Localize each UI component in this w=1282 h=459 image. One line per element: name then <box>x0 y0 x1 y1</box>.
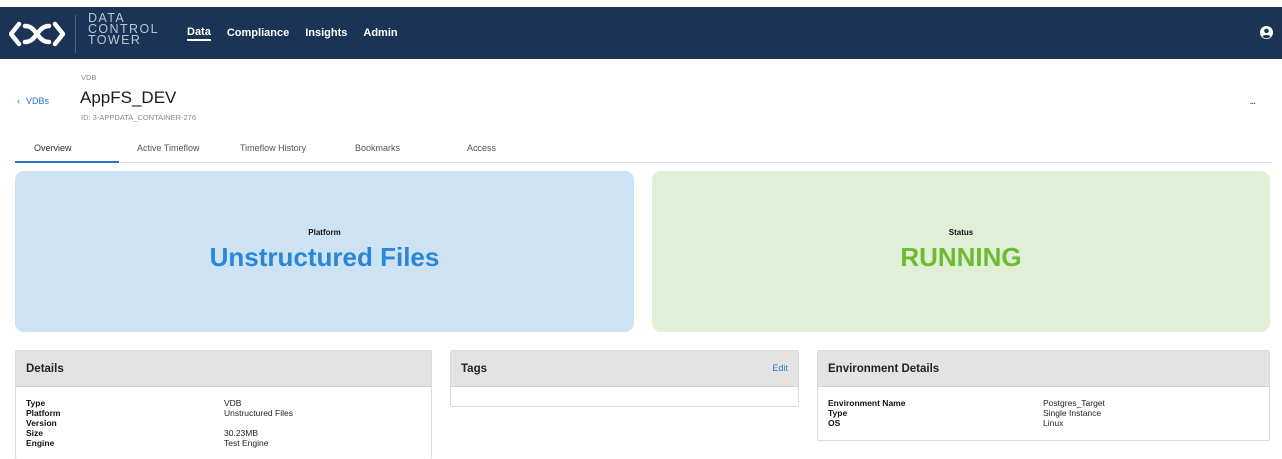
env-value-os: Linux <box>1043 418 1064 428</box>
object-id: ID: 3-APPDATA_CONTAINER-276 <box>81 113 197 122</box>
more-actions-button[interactable]: ... <box>1250 96 1256 107</box>
nav-item-admin[interactable]: Admin <box>363 27 397 39</box>
nav-item-compliance[interactable]: Compliance <box>227 27 289 39</box>
nav-item-insights[interactable]: Insights <box>305 27 347 39</box>
details-panel-header: Details <box>16 351 431 387</box>
tags-panel-title: Tags <box>461 363 487 375</box>
environment-details-panel: Environment Details Environment Name Typ… <box>817 350 1270 441</box>
user-account-icon[interactable] <box>1260 26 1273 39</box>
platform-label: Platform <box>308 228 341 237</box>
tab-bookmarks[interactable]: Bookmarks <box>355 143 400 153</box>
tags-panel: Tags Edit <box>450 350 799 407</box>
platform-card: Platform Unstructured Files <box>15 171 634 332</box>
env-key-os: OS <box>828 418 841 428</box>
back-to-vdbs-link[interactable]: ‹ VDBs <box>17 96 49 106</box>
env-key-type: Type <box>828 408 848 418</box>
details-panel: Details Type Platform Version Size Engin… <box>15 350 432 459</box>
tags-edit-link[interactable]: Edit <box>772 363 788 373</box>
tab-timeflow-history[interactable]: Timeflow History <box>240 143 306 153</box>
top-nav-bar: DATA CONTROL TOWER Data Compliance Insig… <box>0 7 1282 59</box>
details-key-platform: Platform <box>26 408 61 418</box>
details-value-engine-link[interactable]: Test Engine <box>224 438 293 448</box>
tab-access[interactable]: Access <box>467 143 496 153</box>
environment-panel-title: Environment Details <box>828 363 940 375</box>
environment-values: Postgres_Target Single Instance Linux <box>1043 398 1105 428</box>
tab-bar: Overview Active Timeflow Timeflow Histor… <box>15 134 1272 163</box>
tags-panel-header: Tags Edit <box>451 351 798 387</box>
details-value-type: VDB <box>224 398 242 408</box>
active-tab-indicator <box>15 161 119 163</box>
back-link-label: VDBs <box>26 96 50 106</box>
details-value-platform: Unstructured Files <box>224 408 293 418</box>
environment-panel-header: Environment Details <box>818 351 1269 387</box>
page-title: AppFS_DEV <box>80 88 177 107</box>
tab-active-timeflow[interactable]: Active Timeflow <box>137 143 200 153</box>
env-value-type: Single Instance <box>1043 408 1102 418</box>
details-keys: Type Platform Version Size Engine <box>26 398 60 448</box>
details-key-type: Type <box>26 398 46 408</box>
logo-divider <box>75 15 76 53</box>
env-key-name: Environment Name <box>828 398 906 408</box>
status-value: RUNNING <box>900 242 1022 272</box>
chevron-left-icon: ‹ <box>17 96 20 106</box>
status-card: Status RUNNING <box>652 171 1270 332</box>
main-nav: Data Compliance Insights Admin <box>187 7 414 59</box>
details-key-version: Version <box>26 418 57 428</box>
brand-wordmark: DATA CONTROL TOWER <box>88 12 159 47</box>
environment-keys: Environment Name Type OS <box>828 398 905 428</box>
details-key-size: Size <box>26 428 44 438</box>
env-value-name: Postgres_Target <box>1043 398 1105 408</box>
details-value-version <box>224 418 293 428</box>
status-label: Status <box>948 228 974 237</box>
details-key-engine: Engine <box>26 438 55 448</box>
platform-value: Unstructured Files <box>209 242 440 272</box>
nav-item-data[interactable]: Data <box>187 26 211 41</box>
details-value-size: 30.23MB <box>224 428 259 438</box>
object-type-label: VDB <box>81 73 97 82</box>
logo-mark-icon[interactable] <box>9 20 65 48</box>
tab-overview[interactable]: Overview <box>34 143 72 153</box>
details-values: VDB Unstructured Files 30.23MB Test Engi… <box>224 398 293 448</box>
details-panel-title: Details <box>26 363 64 375</box>
brand-line-3: TOWER <box>88 33 142 47</box>
